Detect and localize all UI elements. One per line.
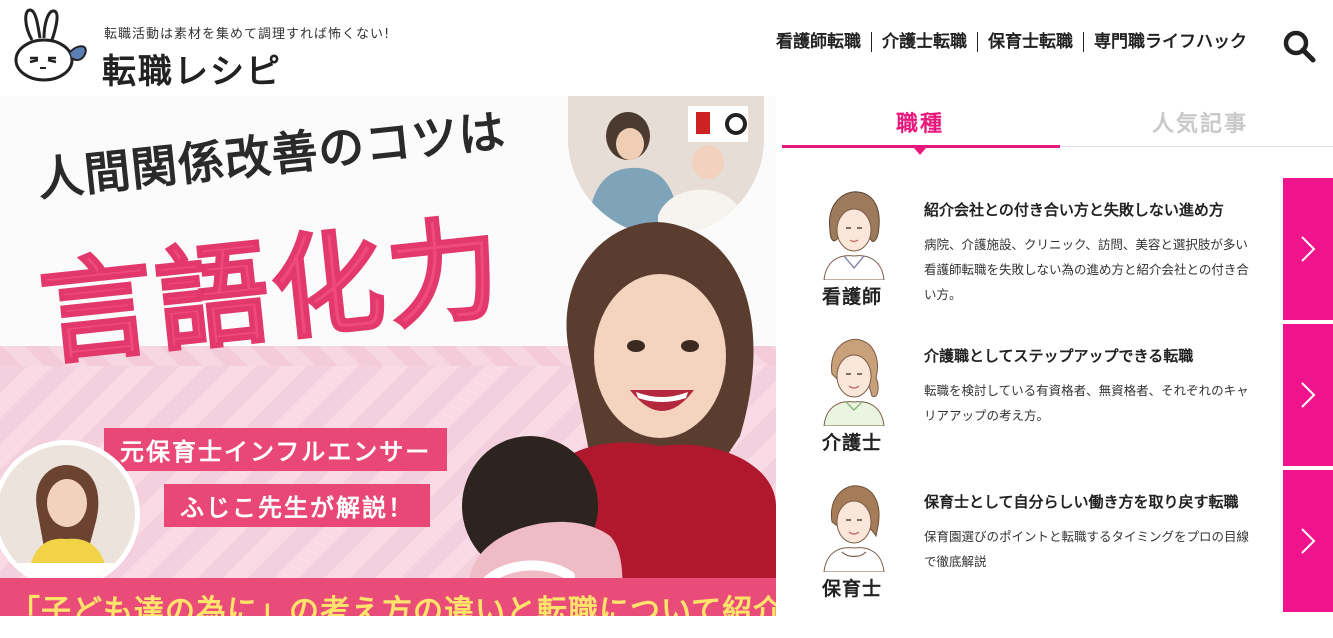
chevron-right-icon [1301, 382, 1316, 408]
sidebar: 職種 人気記事 看護師 紹介会社との付き合い方と失敗しない進め方 病院、介護施設… [782, 96, 1333, 638]
card-title: 紹介会社との付き合い方と失敗しない進め方 [924, 201, 1224, 219]
card-role-label: 看護師 [822, 286, 883, 308]
childcare-avatar [818, 480, 890, 573]
card-arrow-button[interactable] [1283, 324, 1333, 466]
caregiver-avatar [818, 334, 890, 427]
site-tagline: 転職活動は素材を集めて調理すれば怖くない! [104, 27, 391, 42]
nav-item-caregiver[interactable]: 介護士転職 [871, 32, 977, 52]
card-arrow-button[interactable] [1283, 470, 1333, 612]
nav-item-lifehack[interactable]: 専門職ライフハック [1083, 32, 1257, 52]
hero-photo-presenter [460, 222, 776, 616]
main-nav: 看護師転職 介護士転職 保育士転職 専門職ライフハック [766, 32, 1257, 52]
tab-divider [1060, 146, 1333, 147]
hero-bottom-text: 「子ども達の為に」の考え方の違いと転職について紹介 [10, 594, 776, 616]
site-header: 転職活動は素材を集めて調理すれば怖くない! 転職レシピ 看護師転職 介護士転職 … [0, 0, 1333, 94]
card-title: 介護職としてステップアップできる転職 [924, 347, 1194, 365]
list-item-childcare[interactable]: 保育士 保育士として自分らしい働き方を取り戻す転職 保育園選びのポイントと転職す… [782, 470, 1333, 612]
card-title: 保育士として自分らしい働き方を取り戻す転職 [924, 493, 1239, 511]
chevron-right-icon [1301, 528, 1316, 554]
nurse-avatar [818, 188, 890, 281]
card-description: 転職を検討している有資格者、無資格者、それぞれのキャリアアップの考え方。 [924, 383, 1249, 423]
hero-banner[interactable]: 人間関係改善のコツは 言語化力 元保育士インフルエンサー ふじこ先生が解説！ 「… [0, 96, 776, 616]
nav-item-nurse[interactable]: 看護師転職 [766, 32, 871, 52]
site-title: 転職レシピ [102, 52, 282, 92]
writer-image [0, 445, 135, 583]
site-logo-link[interactable]: 転職活動は素材を集めて調理すれば怖くない! 転職レシピ [10, 6, 430, 92]
card-role-label: 保育士 [822, 578, 883, 600]
hero-tag-influencer: 元保育士インフルエンサー [104, 428, 448, 471]
nav-item-childcare[interactable]: 保育士転職 [977, 32, 1083, 52]
sidebar-tabs: 職種 人気記事 [782, 96, 1333, 155]
list-item-caregiver[interactable]: 介護士 介護職としてステップアップできる転職 転職を検討している有資格者、無資格… [782, 324, 1333, 466]
rabbit-logo-icon [14, 8, 87, 82]
childcare-illustration-icon [823, 485, 885, 573]
chevron-right-icon [1301, 236, 1316, 262]
hero-tag-explainer: ふじこ先生が解説！ [164, 484, 430, 527]
search-icon [1283, 30, 1316, 63]
tab-popular-articles[interactable]: 人気記事 [1152, 106, 1248, 138]
list-item-nurse[interactable]: 看護師 紹介会社との付き合い方と失敗しない進め方 病院、介護施設、クリニック、訪… [782, 178, 1333, 320]
card-arrow-button[interactable] [1283, 178, 1333, 320]
card-description: 保育園選びのポイントと転職するタイミングをプロの目線で徹底解説 [924, 529, 1250, 569]
tab-jobs[interactable]: 職種 [896, 106, 944, 138]
card-description: 病院、介護施設、クリニック、訪問、美容と選択肢が多い看護師転職を失敗しない為の進… [924, 237, 1249, 302]
caregiver-illustration-icon [823, 338, 885, 427]
nurse-illustration-icon [823, 191, 885, 281]
tab-caret-icon [914, 148, 926, 155]
hero-bottom-banner: 「子ども達の為に」の考え方の違いと転職について紹介 [0, 578, 776, 616]
card-role-label: 介護士 [822, 432, 883, 454]
search-button[interactable] [1281, 28, 1317, 64]
